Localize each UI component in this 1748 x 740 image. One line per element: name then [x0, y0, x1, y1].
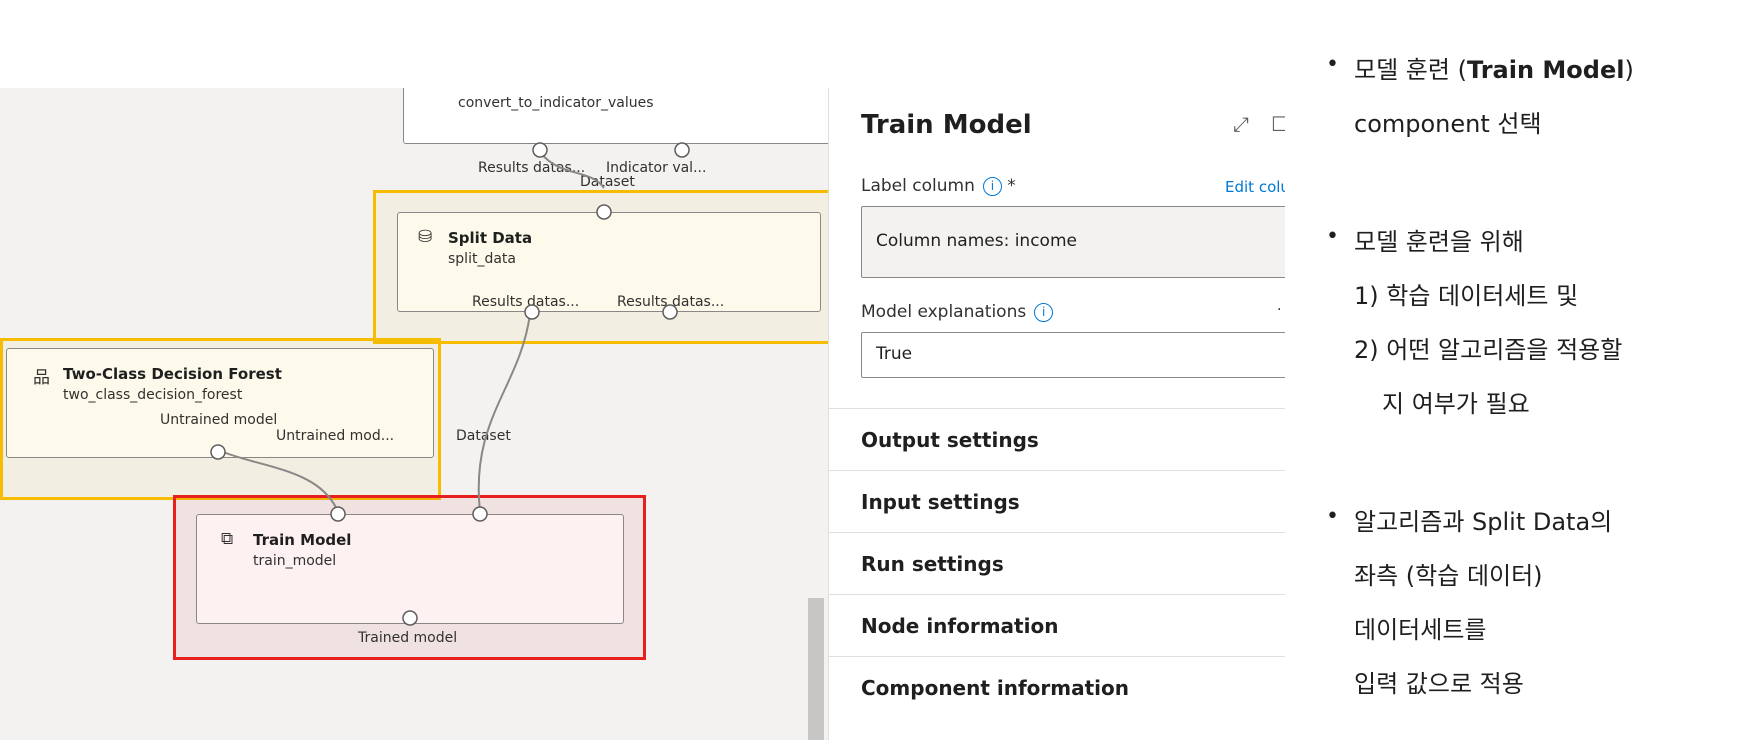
- properties-panel: Train Model ⤢ ☐ Label columni * Edit col…: [828, 88, 1285, 740]
- divider: [829, 656, 1285, 657]
- panel-title: Train Model: [861, 110, 1032, 140]
- note-3-line-1: 알고리즘과 Split Data의: [1354, 508, 1613, 536]
- section-output-settings[interactable]: Output settings: [861, 428, 1039, 452]
- section-component-information[interactable]: Component information: [861, 676, 1129, 700]
- split-output-port-left[interactable]: [524, 304, 540, 320]
- label-column-label: Label column i *: [861, 176, 1016, 196]
- note-3-line-2: 좌측 (학습 데이터): [1354, 562, 1543, 590]
- forest-output-port[interactable]: [210, 444, 226, 460]
- model-explanations-select[interactable]: True: [861, 332, 1285, 378]
- expand-icon[interactable]: ⤢: [1233, 112, 1249, 136]
- split-output-port-right[interactable]: [662, 304, 678, 320]
- divider: [829, 594, 1285, 595]
- note-3-line-3: 데이터세트를: [1354, 616, 1487, 644]
- canvas-scrollbar[interactable]: [808, 598, 824, 740]
- note-1-line-2: component 선택: [1354, 110, 1542, 138]
- divider: [829, 470, 1285, 471]
- pipeline-canvas[interactable]: convert_to_indicator_values Results data…: [0, 88, 830, 740]
- divider: [829, 532, 1285, 533]
- note-2-line-1: 모델 훈련을 위해: [1354, 228, 1524, 256]
- convert-output-port-right[interactable]: [674, 142, 690, 158]
- note-1-line-1: 모델 훈련 (Train Model): [1354, 56, 1634, 84]
- train-input-port-right[interactable]: [472, 506, 488, 522]
- divider: [829, 408, 1285, 409]
- section-node-information[interactable]: Node information: [861, 614, 1058, 638]
- note-3-line-4: 입력 값으로 적용: [1354, 670, 1524, 698]
- section-input-settings[interactable]: Input settings: [861, 490, 1020, 514]
- note-2-line-3: 2) 어떤 알고리즘을 적용할: [1354, 336, 1623, 364]
- note-2-line-2: 1) 학습 데이터세트 및: [1354, 282, 1579, 310]
- edit-column-link[interactable]: Edit colu: [1225, 178, 1285, 196]
- train-output-port[interactable]: [402, 610, 418, 626]
- section-run-settings[interactable]: Run settings: [861, 552, 1004, 576]
- annotation-notes: • 모델 훈련 (Train Model) component 선택 • 모델 …: [1318, 0, 1748, 740]
- bullet: •: [1326, 504, 1339, 529]
- train-input-port-left[interactable]: [330, 506, 346, 522]
- bullet: •: [1326, 52, 1339, 77]
- bullet: •: [1326, 224, 1339, 249]
- info-icon[interactable]: i: [982, 176, 1002, 196]
- collapse-icon[interactable]: ·: [1277, 302, 1281, 318]
- note-2-line-4: 지 여부가 필요: [1382, 390, 1530, 418]
- dock-icon[interactable]: ☐: [1271, 112, 1285, 136]
- connection-wires: [210, 142, 690, 626]
- required-mark: *: [1007, 176, 1016, 196]
- split-input-port[interactable]: [596, 204, 612, 220]
- info-icon[interactable]: i: [1034, 302, 1054, 322]
- convert-output-port-left[interactable]: [532, 142, 548, 158]
- model-explanations-label: Model explanations i: [861, 302, 1054, 322]
- label-column-value: Column names: income: [861, 206, 1285, 278]
